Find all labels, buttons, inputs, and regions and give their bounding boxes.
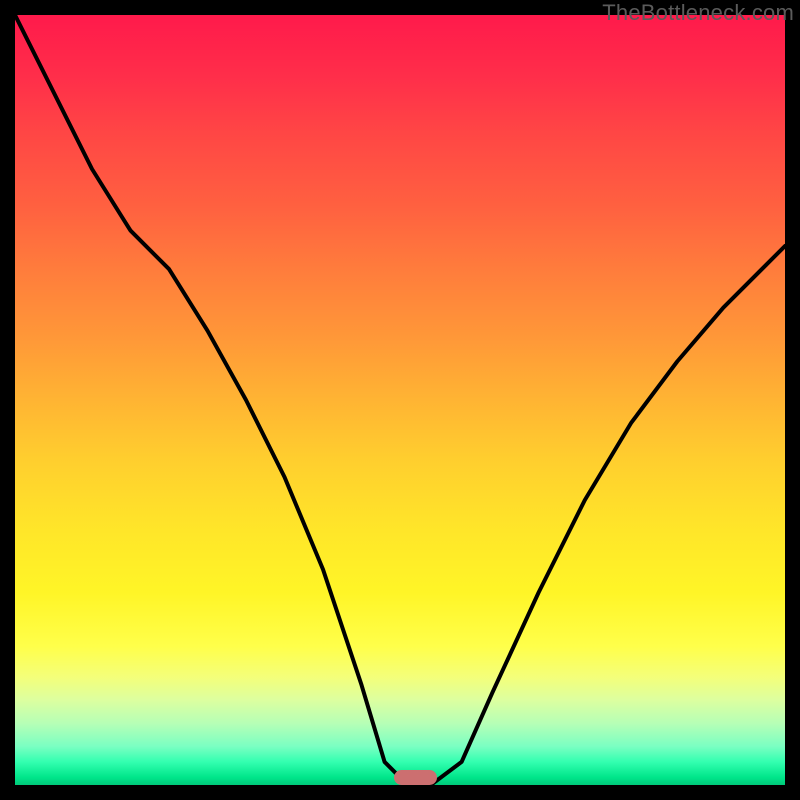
bottleneck-curve	[15, 15, 785, 785]
optimal-marker	[394, 770, 436, 785]
curve-path	[15, 15, 785, 785]
watermark-text: TheBottleneck.com	[602, 0, 794, 26]
chart-frame	[15, 15, 785, 785]
